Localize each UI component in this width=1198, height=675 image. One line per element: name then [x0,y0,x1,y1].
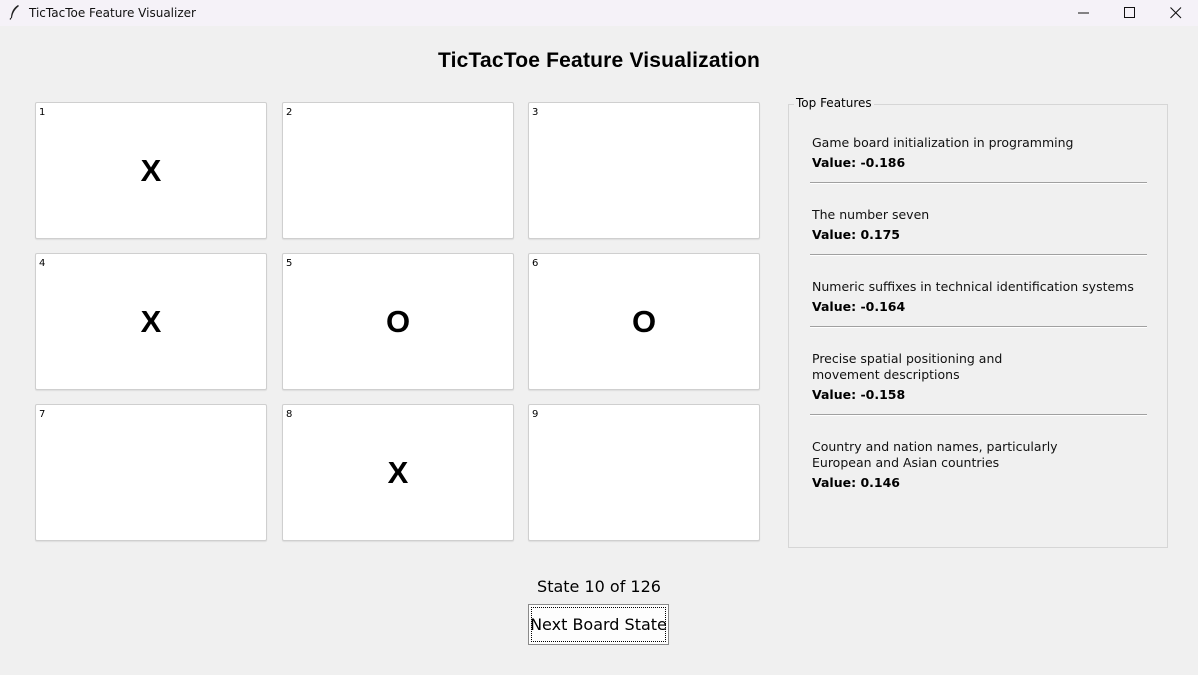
top-features-label: Top Features [794,96,874,110]
state-counter: State 10 of 126 [537,577,661,596]
cell-number: 4 [39,258,46,269]
cell-mark: O [631,304,657,339]
title-bar[interactable]: TicTacToe Feature Visualizer [0,0,1198,26]
cell-number: 6 [532,258,539,269]
feature-value: Value: 0.146 [812,475,900,490]
cell-number: 1 [39,107,46,118]
board-cell-6[interactable]: 6 O [528,253,760,390]
minimize-icon [1078,12,1089,14]
board-cell-2[interactable]: 2 [282,102,514,239]
board-cell-8[interactable]: 8 X [282,404,514,541]
feature-description: Country and nation names, particularly E… [812,439,1058,470]
cell-number: 2 [286,107,293,118]
feature-separator [810,254,1147,256]
feature-value: Value: -0.158 [812,387,906,402]
feature-description: Numeric suffixes in technical identifica… [812,279,1134,294]
board-cell-5[interactable]: 5 O [282,253,514,390]
board-cell-4[interactable]: 4 X [35,253,267,390]
feature-separator [810,414,1147,416]
next-board-state-button[interactable]: Next Board State [528,604,669,645]
feature-value: Value: 0.175 [812,227,900,242]
feature-item: The number seven Value: 0.175 [812,207,1122,243]
cell-mark: O [385,304,411,339]
feature-separator [810,182,1147,184]
cell-mark: X [387,455,409,490]
cell-number: 9 [532,409,539,420]
feature-item: Country and nation names, particularly E… [812,439,1107,491]
feature-value: Value: -0.164 [812,299,906,314]
close-icon [1170,7,1182,19]
feature-value: Value: -0.186 [812,155,906,170]
cell-number: 7 [39,409,46,420]
board-cell-7[interactable]: 7 [35,404,267,541]
board-cell-1[interactable]: 1 X [35,102,267,239]
window-title: TicTacToe Feature Visualizer [29,6,196,20]
feature-item: Game board initialization in programming… [812,135,1122,171]
feature-description: Precise spatial positioning and movement… [812,351,1003,382]
feature-description: Game board initialization in programming [812,135,1074,150]
feature-item: Numeric suffixes in technical identifica… [812,279,1134,315]
minimize-button[interactable] [1061,0,1107,26]
feature-separator [810,326,1147,328]
cell-mark: X [140,304,162,339]
feature-item: Precise spatial positioning and movement… [812,351,1072,403]
cell-number: 8 [286,409,293,420]
maximize-button[interactable] [1107,0,1153,26]
board-cell-9[interactable]: 9 [528,404,760,541]
maximize-icon [1124,7,1135,18]
board-cell-3[interactable]: 3 [528,102,760,239]
focus-ring [531,607,666,642]
close-button[interactable] [1153,0,1198,26]
feature-description: The number seven [812,207,930,222]
page-title: TicTacToe Feature Visualization [437,49,761,72]
cell-mark: X [140,153,162,188]
cell-number: 3 [532,107,539,118]
cell-number: 5 [286,258,293,269]
feather-icon [8,4,22,20]
